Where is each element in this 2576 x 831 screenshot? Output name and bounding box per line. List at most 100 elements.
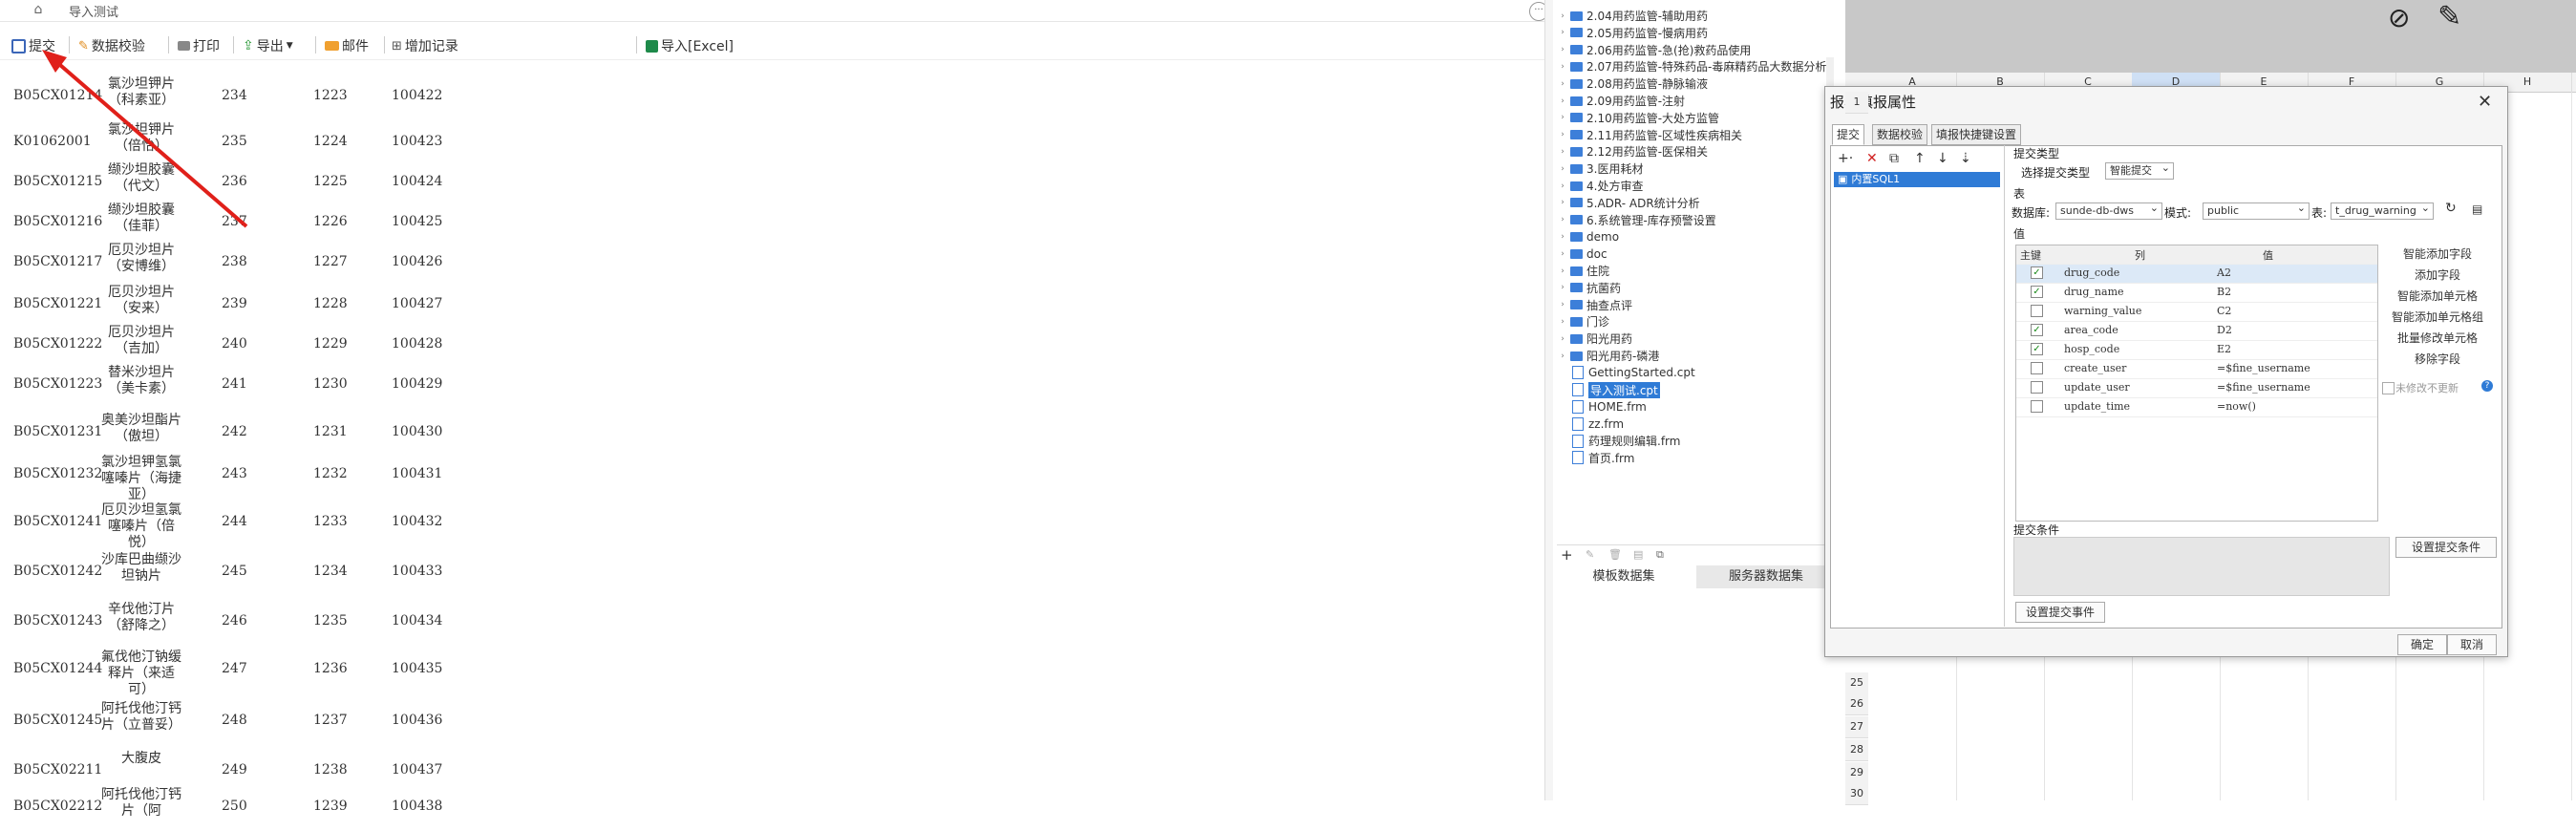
delete-icon[interactable]: ✕ — [1866, 151, 1878, 166]
cell-n3[interactable]: 100434 — [392, 613, 442, 629]
add-icon[interactable]: +· — [1838, 151, 1853, 166]
tree-file[interactable]: zz.frm — [1557, 416, 1836, 432]
cell-n3[interactable]: 100423 — [392, 134, 442, 149]
row-header-cell[interactable]: 26 — [1845, 693, 1868, 715]
cell-n1[interactable]: 245 — [222, 564, 247, 579]
key-checkbox[interactable]: ✓ — [2031, 286, 2043, 298]
row-header-cell[interactable]: 28 — [1845, 739, 1868, 761]
tree-folder[interactable]: › doc — [1557, 245, 1836, 262]
field-column[interactable]: drug_code — [2064, 266, 2119, 279]
schema-select[interactable]: public — [2203, 202, 2310, 220]
field-action-button[interactable]: 智能添加单元格组 — [2380, 308, 2495, 327]
cell-n2[interactable]: 1234 — [313, 564, 348, 579]
cell-code[interactable]: B05CX01245 — [13, 713, 102, 728]
cell-n1[interactable]: 234 — [222, 88, 247, 103]
field-action-button[interactable]: 添加字段 — [2380, 266, 2495, 285]
cell-n1[interactable]: 238 — [222, 254, 247, 269]
expand-icon[interactable]: › — [1557, 28, 1568, 37]
arrow-up-icon[interactable]: ↑ — [1914, 151, 1926, 166]
open-table-icon[interactable]: ▤ — [2472, 202, 2482, 216]
cell-name[interactable]: 厄贝沙坦氢氯噻嗪片（倍悦） — [99, 502, 183, 551]
tree-folder[interactable]: › 5.ADR- ADR统计分析 — [1557, 195, 1836, 211]
set-event-button[interactable]: 设置提交事件 — [2015, 602, 2105, 623]
datasource-select[interactable]: sunde-db-dws — [2055, 202, 2162, 220]
cell-code[interactable]: B05CX01242 — [13, 564, 102, 579]
cell-n3[interactable]: 100431 — [392, 466, 442, 481]
tree-folder[interactable]: › 2.05用药监管-慢病用药 — [1557, 25, 1836, 41]
cell-n3[interactable]: 100436 — [392, 713, 442, 728]
cell-n1[interactable]: 249 — [222, 762, 247, 778]
print-button[interactable]: 打印 — [178, 36, 220, 55]
tree-folder[interactable]: › 2.12用药监管-医保相关 — [1557, 143, 1836, 160]
cell-n3[interactable]: 100435 — [392, 661, 442, 676]
expand-icon[interactable]: › — [1557, 283, 1568, 292]
cell-n2[interactable]: 1223 — [313, 88, 348, 103]
add-record-button[interactable]: ⊞ 增加记录 — [392, 36, 458, 55]
row-header-cell[interactable]: 25 — [1845, 672, 1868, 694]
cell-n3[interactable]: 100433 — [392, 564, 442, 579]
tree-folder[interactable]: › 2.07用药监管-特殊药品-毒麻精药品大数据分析 — [1557, 58, 1836, 75]
cell-code[interactable]: B05CX01216 — [13, 214, 102, 229]
cell-n2[interactable]: 1231 — [313, 424, 348, 439]
field-value[interactable]: =$fine_username — [2217, 381, 2310, 394]
field-row[interactable]: update_user =$fine_username — [2016, 379, 2377, 398]
delete-icon[interactable]: 🗑 — [1608, 548, 1622, 561]
tree-folder[interactable]: › 2.08用药监管-静脉输液 — [1557, 75, 1836, 92]
key-checkbox[interactable]: ✓ — [2031, 324, 2043, 336]
submit-condition-area[interactable] — [2013, 537, 2390, 596]
cell-n3[interactable]: 100430 — [392, 424, 442, 439]
table-select[interactable]: t_drug_warning — [2331, 202, 2434, 220]
preview-icon[interactable]: ▤ — [1633, 548, 1643, 561]
cell-n3[interactable]: 100429 — [392, 376, 442, 392]
field-row[interactable]: ✓ hosp_code E2 — [2016, 341, 2377, 360]
cell-n2[interactable]: 1224 — [313, 134, 348, 149]
cell-code[interactable]: B05CX01214 — [13, 88, 102, 103]
cell-n1[interactable]: 240 — [222, 336, 247, 352]
field-column[interactable]: drug_name — [2064, 286, 2124, 298]
tab-shortcut[interactable]: 填报快捷键设置 — [1931, 124, 2022, 145]
cell-n1[interactable]: 250 — [222, 799, 247, 814]
cell-name[interactable]: 氟伐他汀钠缓释片（来适可） — [99, 650, 183, 698]
expand-icon[interactable]: › — [1557, 45, 1568, 54]
cell-code[interactable]: B05CX01215 — [13, 174, 102, 189]
link-icon[interactable]: ⧉ — [1656, 548, 1664, 562]
expand-icon[interactable]: › — [1557, 198, 1568, 207]
cell-name[interactable]: 沙库巴曲缬沙坦钠片 — [99, 552, 183, 585]
hide-icon[interactable]: ⊘ — [2388, 2, 2410, 33]
field-row[interactable]: ✓ drug_code A2 — [2016, 265, 2377, 284]
expand-icon[interactable]: › — [1557, 266, 1568, 276]
field-row[interactable]: update_time =now() — [2016, 398, 2377, 417]
field-column[interactable]: update_time — [2064, 400, 2130, 413]
unmodified-no-update-checkbox[interactable] — [2382, 382, 2395, 394]
expand-icon[interactable]: › — [1557, 62, 1568, 72]
panel-splitter[interactable] — [1544, 0, 1553, 800]
cell-code[interactable]: K01062001 — [13, 134, 99, 149]
expand-icon[interactable]: › — [1557, 352, 1568, 361]
arrow-down-icon[interactable]: ↓ — [1937, 151, 1948, 166]
tree-file[interactable]: HOME.frm — [1557, 398, 1836, 415]
tab-server-dataset[interactable]: 服务器数据集 — [1696, 565, 1836, 588]
expand-icon[interactable]: › — [1557, 113, 1568, 122]
cell-n1[interactable]: 243 — [222, 466, 247, 481]
cell-name[interactable]: 厄贝沙坦片（吉加） — [99, 325, 183, 357]
cell-code[interactable]: B05CX01244 — [13, 661, 102, 676]
field-value[interactable]: =$fine_username — [2217, 362, 2310, 374]
cell-n1[interactable]: 235 — [222, 134, 247, 149]
validate-button[interactable]: ✎ 数据校验 — [78, 36, 145, 55]
expand-icon[interactable]: › — [1557, 96, 1568, 106]
cell-n2[interactable]: 1236 — [313, 661, 348, 676]
cell-n2[interactable]: 1235 — [313, 613, 348, 629]
field-action-button[interactable]: 智能添加字段 — [2380, 245, 2495, 264]
tree-folder[interactable]: › 抽查点评 — [1557, 297, 1836, 313]
field-column[interactable]: create_user — [2064, 362, 2126, 374]
cell-name[interactable]: 缬沙坦胶囊（佳菲） — [99, 202, 183, 235]
tab-template-dataset[interactable]: 模板数据集 — [1557, 565, 1691, 588]
field-column[interactable]: hosp_code — [2064, 343, 2119, 355]
tree-folder[interactable]: › demo — [1557, 228, 1836, 245]
tree-folder[interactable]: › 抗菌药 — [1557, 280, 1836, 296]
expand-icon[interactable]: › — [1557, 181, 1568, 191]
cell-n2[interactable]: 1229 — [313, 336, 348, 352]
cell-name[interactable]: 阿托伐他汀钙片（阿 — [99, 787, 183, 820]
tree-folder[interactable]: › 2.06用药监管-急(抢)救药品使用 — [1557, 42, 1836, 58]
cell-n1[interactable]: 244 — [222, 514, 247, 529]
